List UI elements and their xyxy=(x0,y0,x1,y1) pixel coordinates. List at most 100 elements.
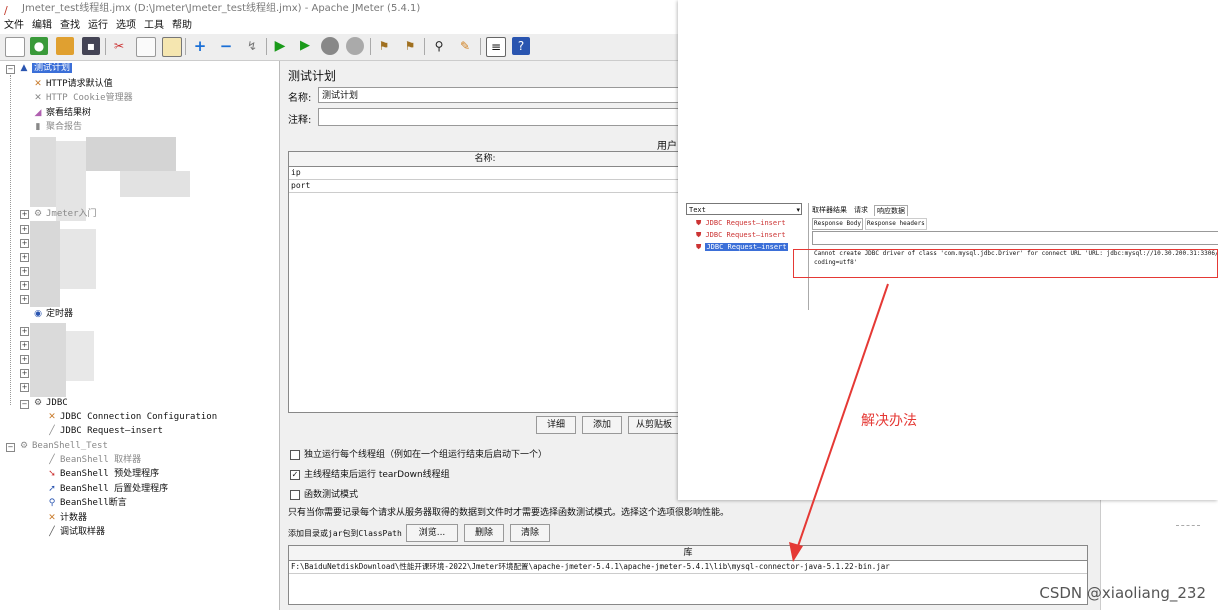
tab-request[interactable]: 请求 xyxy=(854,205,868,215)
result-item-selected[interactable]: ⛊ JDBC Request—insert xyxy=(696,242,788,252)
tree-item-beanshell-sampler[interactable]: ╱ BeanShell 取样器 xyxy=(46,453,141,467)
cut-icon[interactable]: ✂ xyxy=(110,37,128,55)
paste-icon[interactable] xyxy=(162,37,182,57)
menu-tools[interactable]: 工具 xyxy=(140,18,168,33)
wrench-icon: ✕ xyxy=(34,93,42,103)
result-item[interactable]: ⛊ JDBC Request—insert xyxy=(696,230,786,240)
pixelated-region xyxy=(86,137,176,171)
toggle-icon[interactable]: ↯ xyxy=(243,37,261,55)
renderer-select[interactable]: Text ▾ xyxy=(686,203,802,215)
tab-sampler-result[interactable]: 取样器结果 xyxy=(812,205,847,215)
tree-item-counter[interactable]: ✕ 计数器 xyxy=(46,511,87,525)
clear-all-icon[interactable]: ⚑ xyxy=(401,37,419,55)
function-helper-icon[interactable]: ≡ xyxy=(486,37,506,57)
sampler-pen-icon: ╱ xyxy=(49,426,55,436)
tree-expander[interactable]: + xyxy=(20,225,29,234)
menu-run[interactable]: 运行 xyxy=(84,18,112,33)
table-row[interactable]: port xyxy=(289,180,681,193)
tree-item-timer[interactable]: ◉ 定时器 xyxy=(32,307,73,321)
tree-expander[interactable]: + xyxy=(20,369,29,378)
tree-expander[interactable]: + xyxy=(20,239,29,248)
option-teardown[interactable]: ✓ 主线程结束后运行 tearDown线程组 xyxy=(290,467,450,480)
search-binoculars-icon[interactable]: ⚲ xyxy=(430,37,448,55)
menu-options[interactable]: 选项 xyxy=(112,18,140,33)
tree-expander[interactable]: + xyxy=(20,267,29,276)
tree-expander[interactable]: + xyxy=(20,355,29,364)
tree-item-http-defaults[interactable]: ✕ HTTP请求默认值 xyxy=(32,77,112,91)
tree-item-aggregate-report[interactable]: ▮ 聚合报告 xyxy=(32,120,83,134)
independent-checkbox[interactable] xyxy=(290,449,300,460)
menu-file[interactable]: 文件 xyxy=(0,18,28,33)
chart-icon: ▮ xyxy=(35,122,41,132)
tree-expander[interactable]: + xyxy=(20,295,29,304)
clear-icon[interactable]: ⚑ xyxy=(375,37,393,55)
error-shield-icon: ⛊ xyxy=(696,231,702,239)
result-item[interactable]: ⛊ JDBC Request—insert xyxy=(696,218,786,228)
tree-expander[interactable]: + xyxy=(20,210,29,219)
option-functional[interactable]: 函数测试模式 xyxy=(290,487,358,500)
error-shield-icon: ⛊ xyxy=(696,219,702,227)
templates-icon[interactable]: ● xyxy=(30,37,48,55)
pixelated-region xyxy=(120,171,190,197)
name-field[interactable]: 测试计划 xyxy=(318,87,718,103)
copy-icon[interactable] xyxy=(136,37,156,57)
add-button[interactable]: 添加 xyxy=(582,416,622,434)
table-header-name: 名称: xyxy=(289,152,681,167)
tab-response-data[interactable]: 响应数据 xyxy=(874,205,908,216)
table-row[interactable]: F:\BaiduNetdiskDownload\性能开课环境-2022\Jmet… xyxy=(289,561,1087,574)
tree-item-jdbc-request[interactable]: ╱ JDBC Request—insert xyxy=(46,424,163,438)
thread-group-gear-icon: ⚙ xyxy=(19,441,29,451)
tree-expander[interactable]: + xyxy=(20,253,29,262)
tree-item-debug-sampler[interactable]: ╱ 调试取样器 xyxy=(46,525,105,539)
tree-item-beanshell-assertion[interactable]: ⚲ BeanShell断言 xyxy=(46,496,127,510)
subtab-response-headers[interactable]: Response headers xyxy=(865,218,927,230)
option-independent[interactable]: 独立运行每个线程组（例如在一个组运行结束后启动下一个） xyxy=(290,447,547,460)
expand-icon[interactable]: + xyxy=(191,37,209,55)
response-search-field[interactable] xyxy=(812,231,1218,245)
help-icon[interactable]: ? xyxy=(512,37,530,55)
tree-expander[interactable]: − xyxy=(20,400,29,409)
collapse-icon[interactable]: − xyxy=(217,37,235,55)
reset-search-icon[interactable]: ✎ xyxy=(456,37,474,55)
sampler-pen-icon: ╱ xyxy=(49,527,55,537)
table-row[interactable]: ip xyxy=(289,167,681,180)
paste-from-clipboard-button[interactable]: 从剪贴板 xyxy=(628,416,680,434)
save-icon[interactable]: ▪ xyxy=(82,37,100,55)
clear-button[interactable]: 清除 xyxy=(510,524,550,542)
menu-edit[interactable]: 编辑 xyxy=(28,18,56,33)
start-no-pause-icon[interactable]: ▶ xyxy=(296,37,314,55)
tree-item-beanshell-test[interactable]: ⚙ BeanShell_Test xyxy=(18,439,108,453)
menu-search[interactable]: 查找 xyxy=(56,18,84,33)
subtab-response-body[interactable]: Response Body xyxy=(812,218,863,230)
tree-item-beanshell-pre[interactable]: ➘ BeanShell 预处理程序 xyxy=(46,467,159,481)
tree-expander[interactable]: + xyxy=(20,281,29,290)
chart-icon: ◢ xyxy=(34,108,42,118)
start-icon[interactable]: ▶ xyxy=(271,37,289,55)
tree-expander[interactable]: + xyxy=(20,341,29,350)
stop-icon[interactable] xyxy=(321,37,339,55)
shutdown-icon[interactable] xyxy=(346,37,364,55)
menu-help[interactable]: 帮助 xyxy=(168,18,196,33)
browse-button[interactable]: 浏览... xyxy=(406,524,458,542)
functional-checkbox[interactable] xyxy=(290,489,300,500)
tree-expander[interactable]: − xyxy=(6,443,15,452)
watermark: CSDN @xiaoliang_232 xyxy=(1039,584,1206,602)
chevron-down-icon[interactable]: ▾ xyxy=(796,204,800,216)
tree-expander[interactable]: + xyxy=(20,383,29,392)
tree-expander[interactable]: − xyxy=(6,65,15,74)
teardown-checkbox[interactable]: ✓ xyxy=(290,469,300,480)
new-icon[interactable] xyxy=(5,37,25,57)
pre-processor-icon: ➘ xyxy=(48,469,56,479)
tree-item-test-plan[interactable]: ▲ 测试计划 xyxy=(18,61,73,75)
tree-item-cookie-manager[interactable]: ✕ HTTP Cookie管理器 xyxy=(32,91,132,105)
tree-expander[interactable]: + xyxy=(20,327,29,336)
tree-item-jmeter-intro[interactable]: ⚙ Jmeter入门 xyxy=(32,207,97,221)
detail-button[interactable]: 详细 xyxy=(536,416,576,434)
delete-button[interactable]: 删除 xyxy=(464,524,504,542)
open-icon[interactable] xyxy=(56,37,74,55)
tree-item-jdbc-config[interactable]: ✕ JDBC Connection Configuration xyxy=(46,410,217,424)
tree-item-beanshell-post[interactable]: ➚ BeanShell 后置处理程序 xyxy=(46,482,168,496)
comment-field[interactable] xyxy=(318,108,718,126)
tree-item-view-results[interactable]: ◢ 察看结果树 xyxy=(32,106,91,120)
tree-item-jdbc[interactable]: ⚙ JDBC xyxy=(32,396,68,410)
